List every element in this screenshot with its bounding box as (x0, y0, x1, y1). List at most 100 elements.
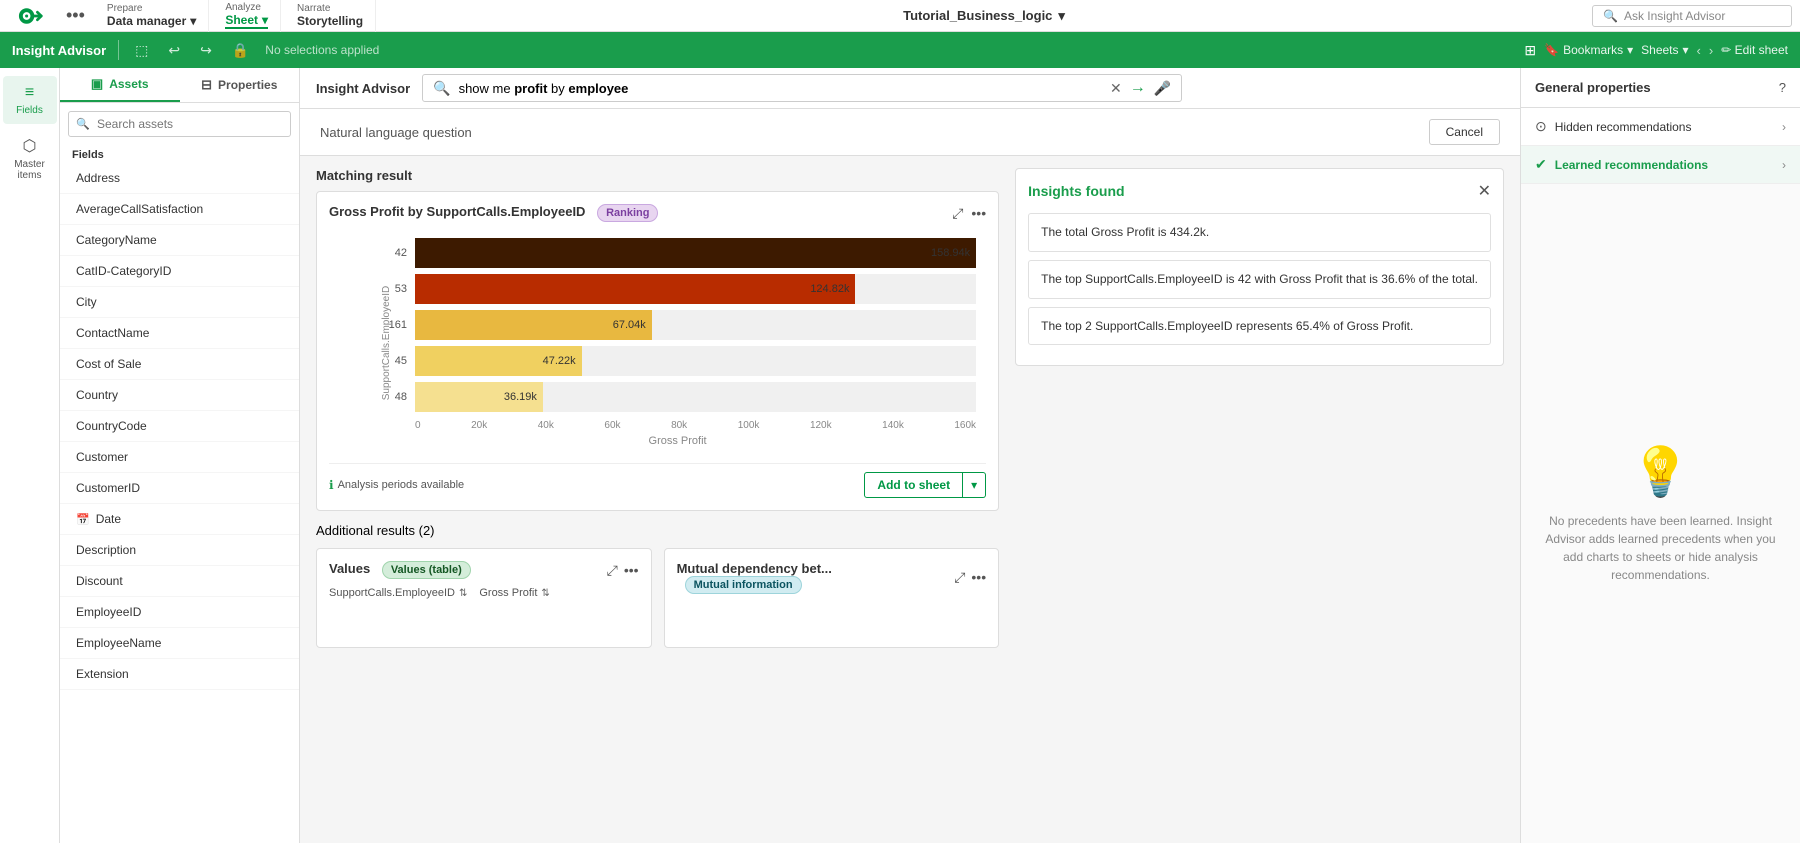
microphone-button[interactable]: 🎤 (1154, 80, 1171, 97)
card2-more-button[interactable]: ••• (971, 569, 986, 586)
bar-row[interactable]: 48 36.19k (379, 382, 976, 412)
sort-icon-2[interactable]: ⇅ (541, 588, 549, 599)
no-precedents-area: 💡 No precedents have been learned. Insig… (1521, 184, 1800, 843)
add-to-sheet-main[interactable]: Add to sheet (864, 472, 963, 498)
lock-button[interactable]: 🔒 (228, 40, 253, 61)
prepare-label: Prepare (107, 3, 196, 14)
prepare-nav[interactable]: Prepare Data manager ▾ (95, 0, 209, 32)
x-tick: 120k (810, 420, 832, 431)
field-item[interactable]: Cost of Sale (60, 349, 299, 380)
add-card1-columns: SupportCalls.EmployeeID ⇅ Gross Profit ⇅ (329, 587, 639, 599)
analyze-nav[interactable]: Analyze Sheet ▾ (213, 0, 281, 32)
additional-results-label: Additional results (2) (316, 523, 435, 538)
expand-chart-button[interactable]: ⤢ (952, 205, 963, 222)
sort-icon-1[interactable]: ⇅ (459, 588, 467, 599)
field-item[interactable]: CustomerID (60, 473, 299, 504)
bar-fill: 158.94k (415, 238, 976, 268)
add-card1-title: Values (329, 561, 370, 576)
insight-advisor-tab: Insight Advisor (316, 81, 410, 96)
top-navigation: ••• Prepare Data manager ▾ Analyze Sheet… (0, 0, 1800, 32)
assets-tab-label: Assets (109, 77, 148, 91)
field-item[interactable]: AverageCallSatisfaction (60, 194, 299, 225)
learned-rec-label: ✔ Learned recommendations (1535, 156, 1708, 173)
bar-row[interactable]: 161 67.04k (379, 310, 976, 340)
bar-row[interactable]: 42 158.94k (379, 238, 976, 268)
field-item[interactable]: 📅Date (60, 504, 299, 535)
bar-chart: SupportCalls.EmployeeID 42 158.94k 53 12… (329, 230, 986, 455)
field-item[interactable]: CategoryName (60, 225, 299, 256)
more-options-button[interactable]: ••• (60, 3, 91, 28)
grid-view-icon[interactable]: ⊞ (1524, 42, 1536, 59)
cancel-button[interactable]: Cancel (1429, 119, 1500, 145)
results-area: Matching result Gross Profit by SupportC… (300, 156, 1520, 843)
expand-card2-button[interactable]: ⤢ (954, 569, 965, 586)
ask-insight-advisor-box[interactable]: 🔍 Ask Insight Advisor (1592, 5, 1792, 27)
expand-card1-button[interactable]: ⤢ (607, 562, 618, 579)
master-items-icon: ⬡ (23, 136, 37, 156)
additional-results-grid: Values Values (table) ⤢ ••• Su (316, 548, 999, 648)
x-tick: 140k (882, 420, 904, 431)
field-item[interactable]: Customer (60, 442, 299, 473)
help-button[interactable]: ? (1779, 80, 1786, 95)
assets-tab-button[interactable]: ▣ Assets (60, 68, 180, 102)
card1-more-button[interactable]: ••• (624, 562, 639, 579)
nlq-title: Natural language question (320, 125, 472, 140)
narrate-nav[interactable]: Narrate Storytelling (285, 0, 376, 32)
properties-tab-button[interactable]: ⊟ Properties (180, 68, 300, 102)
field-item[interactable]: EmployeeID (60, 597, 299, 628)
field-item[interactable]: City (60, 287, 299, 318)
field-item[interactable]: CatID-CategoryID (60, 256, 299, 287)
field-item[interactable]: Extension (60, 659, 299, 690)
search-submit-button[interactable]: → (1130, 79, 1146, 97)
hidden-rec-label: ⊙ Hidden recommendations (1535, 118, 1691, 135)
chart-more-button[interactable]: ••• (971, 205, 986, 221)
main-chart-card: Gross Profit by SupportCalls.EmployeeID … (316, 191, 999, 511)
field-name: EmployeeID (76, 605, 141, 619)
x-tick: 100k (738, 420, 760, 431)
insights-close-button[interactable]: ✕ (1478, 181, 1491, 201)
check-icon: ✔ (1535, 156, 1547, 173)
undo-button[interactable]: ↩ (164, 40, 184, 61)
insight-item: The top 2 SupportCalls.EmployeeID repres… (1028, 307, 1491, 346)
field-name: CatID-CategoryID (76, 264, 171, 278)
additional-results-section: Additional results (2) Values Values (ta… (316, 523, 999, 648)
field-name: Discount (76, 574, 123, 588)
field-name: AverageCallSatisfaction (76, 202, 203, 216)
master-items-tab[interactable]: ⬡ Master items (3, 128, 57, 189)
field-item[interactable]: CountryCode (60, 411, 299, 442)
toolbar-insight-label: Insight Advisor (12, 43, 106, 58)
sheets-button[interactable]: Sheets ▾ (1641, 43, 1688, 57)
redo-button[interactable]: ↪ (196, 40, 216, 61)
matching-result-label: Matching result (316, 168, 999, 183)
hidden-recommendations-section[interactable]: ⊙ Hidden recommendations › (1521, 108, 1800, 146)
app-logo (8, 6, 56, 26)
field-item[interactable]: Discount (60, 566, 299, 597)
field-item[interactable]: Description (60, 535, 299, 566)
field-item[interactable]: EmployeeName (60, 628, 299, 659)
search-clear-button[interactable]: ✕ (1110, 80, 1122, 97)
field-item[interactable]: ContactName (60, 318, 299, 349)
chart-title: Gross Profit by SupportCalls.EmployeeID (329, 204, 585, 219)
edit-sheet-button[interactable]: ✏ Edit sheet (1721, 43, 1788, 57)
add-to-sheet-dropdown[interactable]: ▾ (963, 472, 986, 498)
matching-result-section: Matching result Gross Profit by SupportC… (316, 168, 999, 511)
app-title[interactable]: Tutorial_Business_logic ▾ (380, 8, 1588, 24)
fields-list: Address AverageCallSatisfaction CategoryNa… (60, 163, 299, 843)
bar-row[interactable]: 53 124.82k (379, 274, 976, 304)
fields-tab[interactable]: ≡ Fields (3, 76, 57, 124)
x-tick: 60k (604, 420, 620, 431)
insight-search-bar[interactable]: 🔍 show me profit by employee ✕ → 🎤 (422, 74, 1182, 102)
field-item[interactable]: Address (60, 163, 299, 194)
bookmarks-button[interactable]: 🔖 Bookmarks ▾ (1544, 43, 1633, 57)
nav-forward-button[interactable]: › (1709, 43, 1713, 58)
bar-row[interactable]: 45 47.22k (379, 346, 976, 376)
nav-back-button[interactable]: ‹ (1697, 43, 1701, 58)
field-name: CategoryName (76, 233, 157, 247)
search-input[interactable] (68, 111, 291, 137)
field-item[interactable]: Country (60, 380, 299, 411)
learned-recommendations-section[interactable]: ✔ Learned recommendations › (1521, 146, 1800, 184)
chart-card-header: Gross Profit by SupportCalls.EmployeeID … (329, 204, 986, 222)
selection-toolbar-icon[interactable]: ⬚ (131, 40, 152, 61)
chart-title-area: Gross Profit by SupportCalls.EmployeeID … (329, 204, 658, 222)
master-items-label: Master items (9, 159, 51, 181)
